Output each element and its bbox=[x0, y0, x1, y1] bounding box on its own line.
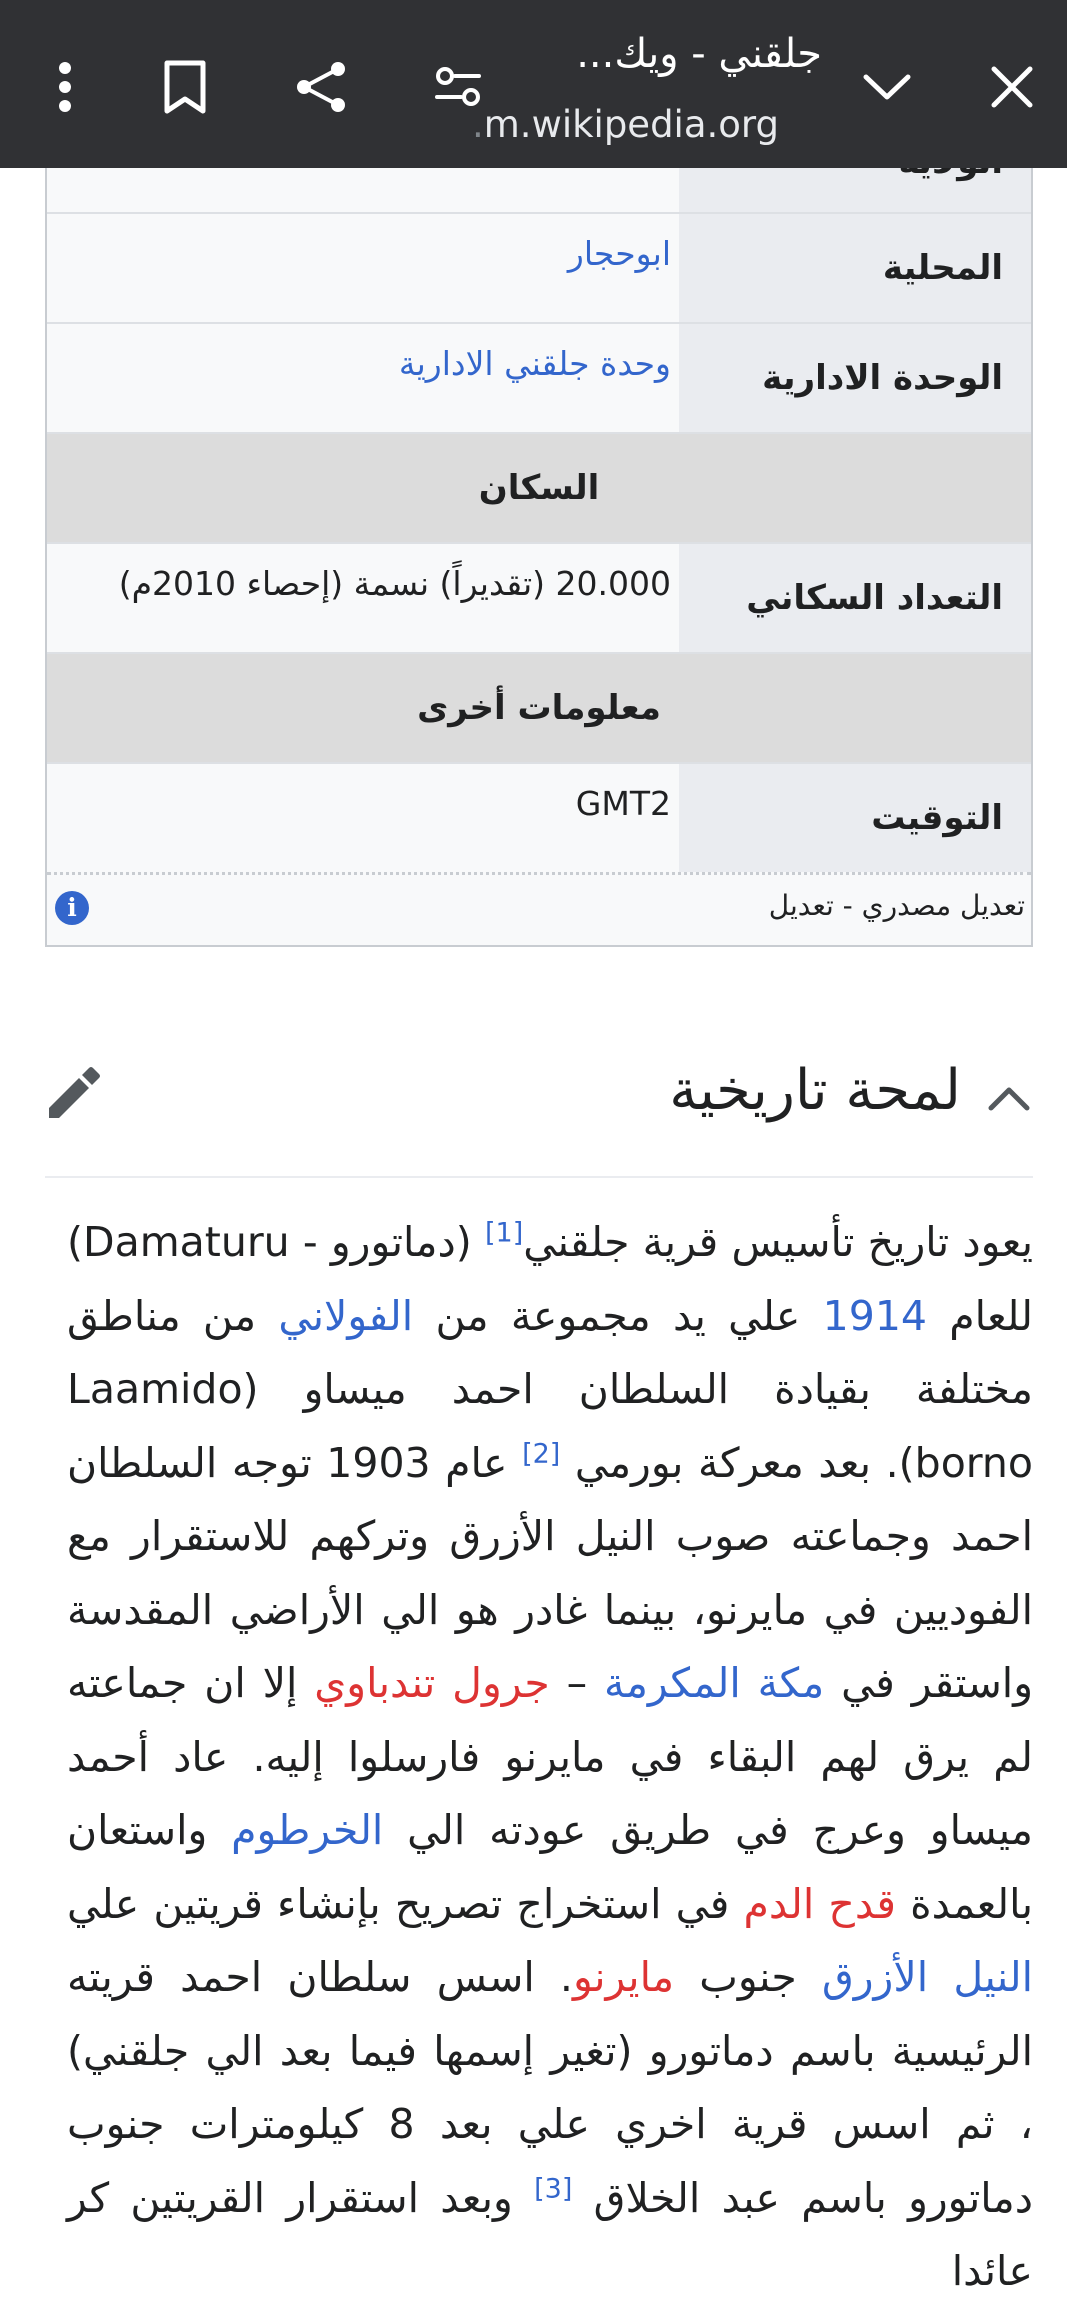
link-blue-nile[interactable]: النيل الأزرق bbox=[822, 1953, 1033, 2001]
redlink-qadah[interactable]: قدح الدم bbox=[743, 1880, 896, 1928]
close-icon[interactable] bbox=[967, 42, 1057, 132]
infobox-label: الوحدة الادارية bbox=[679, 324, 1031, 432]
infobox-row-admin-unit: الوحدة الادارية وحدة جلقني الادارية bbox=[47, 322, 1031, 432]
bookmark-icon[interactable] bbox=[140, 42, 230, 132]
pencil-edit-icon[interactable] bbox=[45, 1066, 101, 1122]
reference-2[interactable]: [2] bbox=[522, 1438, 560, 1469]
infobox-value bbox=[47, 168, 679, 212]
link-mecca[interactable]: مكة المكرمة bbox=[604, 1659, 824, 1707]
redlink-jarol[interactable]: جرول تندباوي bbox=[314, 1659, 550, 1707]
edit-links[interactable]: تعديل مصدري - تعديل bbox=[769, 889, 1025, 922]
section-heading[interactable]: لمحة تاريخية bbox=[45, 1040, 1033, 1178]
infobox-footer: تعديل مصدري - تعديل i bbox=[47, 872, 1031, 945]
link-1914[interactable]: 1914 bbox=[823, 1292, 927, 1340]
admin-unit-link[interactable]: وحدة جلقني الادارية bbox=[47, 324, 679, 432]
infobox-label: الولاية bbox=[679, 168, 1031, 212]
chevron-down-icon[interactable] bbox=[842, 42, 932, 132]
chevron-up-icon[interactable] bbox=[985, 1074, 1033, 1122]
infobox-row-timezone: التوقيت GMT2 bbox=[47, 762, 1031, 872]
population-value: 20.000 (تقديراً) نسمة (إحصاء 2010م) bbox=[47, 544, 679, 652]
page-title: جلقني - ويك... bbox=[576, 31, 822, 77]
reference-3[interactable]: [3] bbox=[534, 2173, 572, 2204]
text-run: يعود تاريخ تأسيس قرية جلقني bbox=[523, 1218, 1034, 1266]
infobox-row-locality: المحلية ابوحجار bbox=[47, 212, 1031, 322]
redlink-mayrno[interactable]: مايرنو bbox=[573, 1953, 674, 2001]
infobox: الولاية المحلية ابوحجار الوحدة الادارية … bbox=[45, 168, 1033, 947]
text-run: – bbox=[549, 1659, 604, 1707]
page-url: .m.wikipedia.org bbox=[472, 100, 812, 150]
reference-1[interactable]: [1] bbox=[485, 1217, 523, 1248]
infobox-row-population: التعداد السكاني 20.000 (تقديراً) نسمة (إ… bbox=[47, 542, 1031, 652]
infobox-label: التوقيت bbox=[679, 764, 1031, 872]
info-icon[interactable]: i bbox=[55, 891, 89, 925]
share-icon[interactable] bbox=[277, 42, 367, 132]
infobox-row-partial: الولاية bbox=[47, 168, 1031, 212]
population-header: السكان bbox=[47, 432, 1031, 542]
infobox-label-text: الولاية bbox=[899, 168, 1003, 182]
link-khartoum[interactable]: الخرطوم bbox=[231, 1806, 383, 1854]
page-settings-icon[interactable] bbox=[413, 42, 503, 132]
article-paragraph: يعود تاريخ تأسيس قرية جلقني[1] (دماتورو … bbox=[67, 1206, 1033, 2309]
text-run: علي يد مجموعة من bbox=[413, 1291, 823, 1340]
browser-toolbar: جلقني - ويك... .m.wikipedia.org bbox=[0, 0, 1067, 168]
section-title: لمحة تاريخية bbox=[669, 1058, 961, 1123]
url-domain: m.wikipedia.org bbox=[483, 103, 779, 146]
infobox-label: التعداد السكاني bbox=[679, 544, 1031, 652]
more-vert-icon[interactable] bbox=[20, 42, 110, 132]
text-run: جنوب bbox=[674, 1953, 822, 2001]
other-info-header: معلومات أخرى bbox=[47, 652, 1031, 762]
locality-link[interactable]: ابوحجار bbox=[47, 214, 679, 322]
timezone-value: GMT2 bbox=[47, 764, 679, 872]
infobox-label: المحلية bbox=[679, 214, 1031, 322]
text-run: في استخراج تصريح بإنشاء قريتين علي bbox=[67, 1879, 744, 1928]
link-fulani[interactable]: الفولاني bbox=[278, 1292, 413, 1340]
